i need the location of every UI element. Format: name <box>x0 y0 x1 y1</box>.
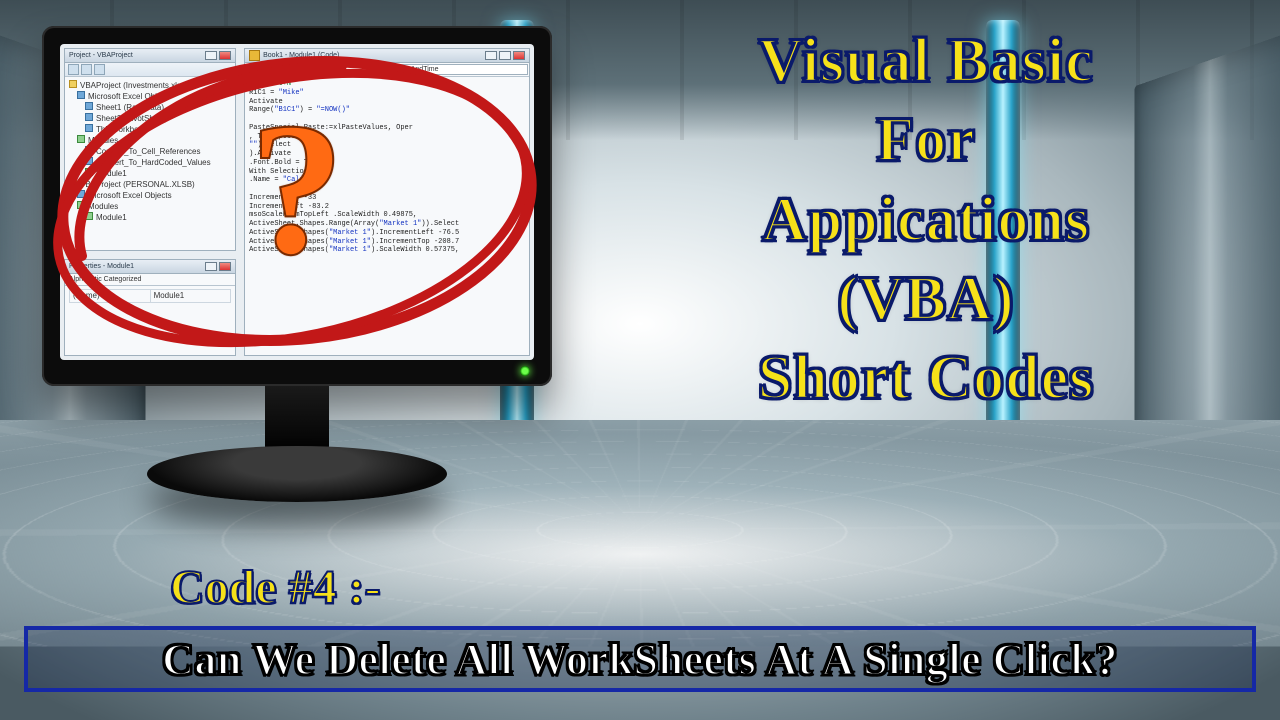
code-title-label: Book1 - Module1 (Code) <box>263 52 339 59</box>
properties-tabs: Alphabetic Categorized <box>65 274 235 286</box>
question-bar: Can We Delete All WorkSheets At A Single… <box>24 626 1256 692</box>
code-number-label: Code #4 :- <box>170 560 381 615</box>
properties-pane: Properties - Module1 Alphabetic Categori… <box>64 259 236 356</box>
tree-item: Convert_To_Cell_References <box>69 146 231 157</box>
tree-item: Module1 <box>69 168 231 179</box>
title-line-2: For <box>606 101 1246 180</box>
code-dropdown-bar: (General) NameAndTime <box>245 63 529 77</box>
tree-item: Modules <box>69 135 231 146</box>
toolbar-icon <box>68 64 79 75</box>
properties-label: Properties - Module1 <box>69 263 134 270</box>
title-line-1: Visual Basic <box>606 22 1246 101</box>
toolbar-icon <box>94 64 105 75</box>
main-title: Visual Basic For Appications (VBA) Short… <box>606 22 1246 419</box>
tree-item: VBAProject (PERSONAL.XLSB) <box>69 179 231 190</box>
tree-item: Microsoft Excel Objects <box>69 190 231 201</box>
title-line-3: Appications <box>606 181 1246 260</box>
tree-item: VBAProject (Investments.xlsm) <box>69 80 231 91</box>
question-text: Can We Delete All WorkSheets At A Single… <box>162 634 1118 685</box>
tree-item: Module1 <box>69 212 231 223</box>
project-explorer-title: Project - VBAProject <box>65 49 235 63</box>
tree-item: ThisWorkbook <box>69 124 231 135</box>
project-toolbar <box>65 63 235 77</box>
prop-key: (Name) <box>70 290 151 302</box>
tree-item: Modules <box>69 201 231 212</box>
properties-grid: (Name) Module1 <box>65 286 235 355</box>
module-icon <box>249 50 260 61</box>
code-dropdown-right: NameAndTime <box>388 64 528 75</box>
tree-item: Microsoft Excel Objects <box>69 91 231 102</box>
pane-window-buttons <box>485 51 525 60</box>
tree-item: Convert_To_HardCoded_Values <box>69 157 231 168</box>
monitor-bezel: Project - VBAProject VBAProject (Investm… <box>42 26 552 386</box>
title-line-5: Short Codes <box>606 339 1246 418</box>
project-explorer-pane: Project - VBAProject VBAProject (Investm… <box>64 48 236 251</box>
code-title: Book1 - Module1 (Code) <box>245 49 529 63</box>
question-mark-icon: ? <box>250 94 345 284</box>
code-dropdown-left: (General) <box>246 64 386 75</box>
pane-window-buttons <box>205 262 231 271</box>
project-tree: VBAProject (Investments.xlsm)Microsoft E… <box>65 77 235 250</box>
properties-title: Properties - Module1 <box>65 260 235 274</box>
title-line-4: (VBA) <box>606 260 1246 339</box>
toolbar-icon <box>81 64 92 75</box>
monitor: Project - VBAProject VBAProject (Investm… <box>42 26 552 386</box>
project-explorer-label: Project - VBAProject <box>69 52 133 59</box>
tree-item: Sheet2 (PivotSheet) <box>69 113 231 124</box>
prop-val: Module1 <box>151 290 231 302</box>
tree-item: Sheet1 (Raw Data) <box>69 102 231 113</box>
pane-window-buttons <box>205 51 231 60</box>
monitor-stand-base <box>147 446 447 502</box>
